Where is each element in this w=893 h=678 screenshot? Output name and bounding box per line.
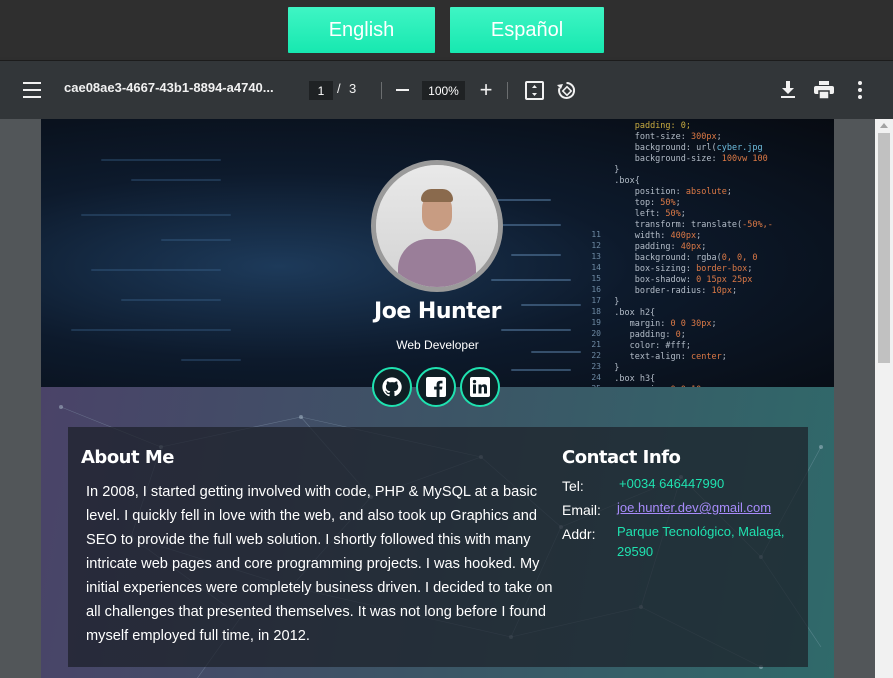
tel-label: Tel: <box>562 478 584 494</box>
info-card: About Me In 2008, I started getting invo… <box>68 427 808 667</box>
rotate-icon[interactable] <box>556 80 577 101</box>
content-section: About Me In 2008, I started getting invo… <box>41 387 834 678</box>
total-pages: 3 <box>349 81 357 96</box>
address-label: Addr: <box>562 526 596 542</box>
avatar <box>371 160 503 292</box>
zoom-in-button[interactable]: + <box>477 79 495 101</box>
zoom-level-input[interactable]: 100% <box>422 81 465 100</box>
address-line-2: 29590 <box>617 544 654 559</box>
toolbar-divider <box>507 82 508 99</box>
github-icon <box>381 376 403 398</box>
page-number-input[interactable]: 1 <box>309 81 333 100</box>
profile-name: Joe Hunter <box>374 299 501 324</box>
email-label: Email: <box>562 502 601 518</box>
facebook-link[interactable] <box>416 367 456 407</box>
facebook-icon <box>425 376 447 398</box>
profile-role: Web Developer <box>396 338 479 352</box>
fit-to-page-icon[interactable] <box>525 81 544 100</box>
language-bar: English Español <box>0 0 893 61</box>
pdf-viewer[interactable]: 11 12 13 14 15 16 17 18 19 20 21 22 23 2… <box>0 119 875 678</box>
download-icon[interactable] <box>779 80 797 100</box>
linkedin-icon <box>469 376 491 398</box>
email-link[interactable]: joe.hunter.dev@gmail.com <box>617 499 771 517</box>
contact-title: Contact Info <box>562 447 681 468</box>
scroll-up-arrow-icon[interactable] <box>880 123 888 128</box>
address-line-1: Parque Tecnológico, Malaga, <box>617 524 785 539</box>
scrollbar-thumb[interactable] <box>878 133 890 363</box>
page-separator: / <box>337 81 341 96</box>
about-text: In 2008, I started getting involved with… <box>86 484 553 644</box>
linkedin-link[interactable] <box>460 367 500 407</box>
menu-icon[interactable] <box>22 82 41 98</box>
about-title: About Me <box>81 447 175 468</box>
pdf-page: 11 12 13 14 15 16 17 18 19 20 21 22 23 2… <box>41 119 834 678</box>
spanish-button[interactable]: Español <box>450 7 604 53</box>
document-title: cae08ae3-4667-43b1-8894-a4740... <box>64 80 274 95</box>
toolbar-divider <box>381 82 382 99</box>
more-options-icon[interactable] <box>852 81 868 99</box>
zoom-out-button[interactable] <box>393 79 411 101</box>
pdf-toolbar: cae08ae3-4667-43b1-8894-a4740... 1 / 3 1… <box>0 61 893 119</box>
vertical-scrollbar[interactable] <box>875 119 893 678</box>
profile-header: 11 12 13 14 15 16 17 18 19 20 21 22 23 2… <box>41 119 834 387</box>
english-button[interactable]: English <box>288 7 435 53</box>
print-icon[interactable] <box>814 80 834 100</box>
tel-value: +0034 646447990 <box>619 476 725 491</box>
github-link[interactable] <box>372 367 412 407</box>
